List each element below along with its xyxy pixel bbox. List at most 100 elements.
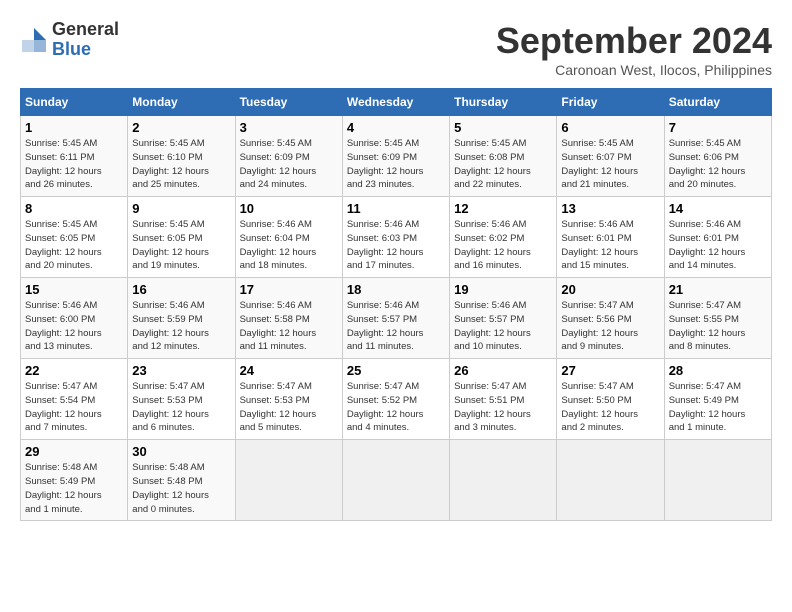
day-number: 11 bbox=[347, 201, 445, 216]
day-number: 14 bbox=[669, 201, 767, 216]
day-detail: Sunrise: 5:47 AM Sunset: 5:56 PM Dayligh… bbox=[561, 299, 659, 354]
day-number: 12 bbox=[454, 201, 552, 216]
day-detail: Sunrise: 5:47 AM Sunset: 5:54 PM Dayligh… bbox=[25, 380, 123, 435]
calendar-cell: 18Sunrise: 5:46 AM Sunset: 5:57 PM Dayli… bbox=[342, 278, 449, 359]
day-detail: Sunrise: 5:47 AM Sunset: 5:51 PM Dayligh… bbox=[454, 380, 552, 435]
day-detail: Sunrise: 5:45 AM Sunset: 6:08 PM Dayligh… bbox=[454, 137, 552, 192]
day-detail: Sunrise: 5:45 AM Sunset: 6:09 PM Dayligh… bbox=[347, 137, 445, 192]
day-detail: Sunrise: 5:45 AM Sunset: 6:11 PM Dayligh… bbox=[25, 137, 123, 192]
calendar-cell: 30Sunrise: 5:48 AM Sunset: 5:48 PM Dayli… bbox=[128, 440, 235, 521]
day-detail: Sunrise: 5:46 AM Sunset: 5:57 PM Dayligh… bbox=[347, 299, 445, 354]
day-detail: Sunrise: 5:45 AM Sunset: 6:05 PM Dayligh… bbox=[25, 218, 123, 273]
calendar-cell: 21Sunrise: 5:47 AM Sunset: 5:55 PM Dayli… bbox=[664, 278, 771, 359]
day-number: 19 bbox=[454, 282, 552, 297]
day-detail: Sunrise: 5:45 AM Sunset: 6:07 PM Dayligh… bbox=[561, 137, 659, 192]
day-detail: Sunrise: 5:46 AM Sunset: 6:02 PM Dayligh… bbox=[454, 218, 552, 273]
calendar-cell: 27 Sunrise: 5:47 AM Sunset: 5:50 PM Dayli… bbox=[557, 359, 664, 440]
calendar-cell: 9 Sunrise: 5:45 AM Sunset: 6:05 PM Daylig… bbox=[128, 197, 235, 278]
day-detail: Sunrise: 5:46 AM Sunset: 6:00 PM Dayligh… bbox=[25, 299, 123, 354]
day-detail: Sunrise: 5:47 AM Sunset: 5:52 PM Dayligh… bbox=[347, 380, 445, 435]
day-detail: Sunrise: 5:45 AM Sunset: 6:05 PM Dayligh… bbox=[132, 218, 230, 273]
day-detail: Sunrise: 5:45 AM Sunset: 6:06 PM Dayligh… bbox=[669, 137, 767, 192]
col-friday: Friday bbox=[557, 89, 664, 116]
day-number: 30 bbox=[132, 444, 230, 459]
calendar-cell: 23 Sunrise: 5:47 AM Sunset: 5:53 PM Dayli… bbox=[128, 359, 235, 440]
calendar-cell bbox=[450, 440, 557, 521]
calendar-cell bbox=[664, 440, 771, 521]
day-number: 26 bbox=[454, 363, 552, 378]
calendar-cell: 6 Sunrise: 5:45 AM Sunset: 6:07 PM Daylig… bbox=[557, 116, 664, 197]
day-detail: Sunrise: 5:46 AM Sunset: 5:59 PM Dayligh… bbox=[132, 299, 230, 354]
day-number: 8 bbox=[25, 201, 123, 216]
day-detail: Sunrise: 5:47 AM Sunset: 5:53 PM Dayligh… bbox=[132, 380, 230, 435]
calendar-cell: 19 Sunrise: 5:46 AM Sunset: 5:57 PM Dayli… bbox=[450, 278, 557, 359]
calendar-cell: 5Sunrise: 5:45 AM Sunset: 6:08 PM Daylig… bbox=[450, 116, 557, 197]
day-number: 1 bbox=[25, 120, 123, 135]
calendar-cell: 22 Sunrise: 5:47 AM Sunset: 5:54 PM Dayli… bbox=[21, 359, 128, 440]
calendar-cell: 26 Sunrise: 5:47 AM Sunset: 5:51 PM Dayli… bbox=[450, 359, 557, 440]
calendar-table: Sunday Monday Tuesday Wednesday Thursday… bbox=[20, 88, 772, 521]
day-number: 15 bbox=[25, 282, 123, 297]
day-detail: Sunrise: 5:47 AM Sunset: 5:53 PM Dayligh… bbox=[240, 380, 338, 435]
header-row: Sunday Monday Tuesday Wednesday Thursday… bbox=[21, 89, 772, 116]
day-number: 2 bbox=[132, 120, 230, 135]
day-detail: Sunrise: 5:46 AM Sunset: 6:01 PM Dayligh… bbox=[669, 218, 767, 273]
logo-icon bbox=[20, 26, 48, 54]
col-monday: Monday bbox=[128, 89, 235, 116]
day-number: 23 bbox=[132, 363, 230, 378]
day-detail: Sunrise: 5:46 AM Sunset: 5:57 PM Dayligh… bbox=[454, 299, 552, 354]
calendar-cell: 17 Sunrise: 5:46 AM Sunset: 5:58 PM Dayli… bbox=[235, 278, 342, 359]
day-number: 22 bbox=[25, 363, 123, 378]
day-detail: Sunrise: 5:46 AM Sunset: 5:58 PM Dayligh… bbox=[240, 299, 338, 354]
calendar-row-0: 1 Sunrise: 5:45 AM Sunset: 6:11 PM Daylig… bbox=[21, 116, 772, 197]
calendar-cell: 15 Sunrise: 5:46 AM Sunset: 6:00 PM Dayli… bbox=[21, 278, 128, 359]
calendar-cell bbox=[557, 440, 664, 521]
calendar-cell: 3Sunrise: 5:45 AM Sunset: 6:09 PM Daylig… bbox=[235, 116, 342, 197]
day-number: 17 bbox=[240, 282, 338, 297]
day-detail: Sunrise: 5:47 AM Sunset: 5:50 PM Dayligh… bbox=[561, 380, 659, 435]
calendar-cell: 4 Sunrise: 5:45 AM Sunset: 6:09 PM Daylig… bbox=[342, 116, 449, 197]
page-header: General Blue September 2024 Caronoan Wes… bbox=[20, 20, 772, 78]
day-number: 27 bbox=[561, 363, 659, 378]
day-detail: Sunrise: 5:45 AM Sunset: 6:10 PM Dayligh… bbox=[132, 137, 230, 192]
logo-general-text: General bbox=[52, 19, 119, 39]
day-number: 24 bbox=[240, 363, 338, 378]
day-number: 10 bbox=[240, 201, 338, 216]
calendar-cell: 7 Sunrise: 5:45 AM Sunset: 6:06 PM Daylig… bbox=[664, 116, 771, 197]
calendar-cell: 29 Sunrise: 5:48 AM Sunset: 5:49 PM Dayli… bbox=[21, 440, 128, 521]
day-number: 20 bbox=[561, 282, 659, 297]
col-thursday: Thursday bbox=[450, 89, 557, 116]
calendar-cell: 20 Sunrise: 5:47 AM Sunset: 5:56 PM Dayli… bbox=[557, 278, 664, 359]
calendar-cell: 8 Sunrise: 5:45 AM Sunset: 6:05 PM Daylig… bbox=[21, 197, 128, 278]
day-detail: Sunrise: 5:45 AM Sunset: 6:09 PM Dayligh… bbox=[240, 137, 338, 192]
calendar-cell: 1 Sunrise: 5:45 AM Sunset: 6:11 PM Daylig… bbox=[21, 116, 128, 197]
day-number: 28 bbox=[669, 363, 767, 378]
day-number: 6 bbox=[561, 120, 659, 135]
calendar-cell: 11 Sunrise: 5:46 AM Sunset: 6:03 PM Dayli… bbox=[342, 197, 449, 278]
calendar-cell: 10 Sunrise: 5:46 AM Sunset: 6:04 PM Dayli… bbox=[235, 197, 342, 278]
day-number: 9 bbox=[132, 201, 230, 216]
calendar-row-4: 29 Sunrise: 5:48 AM Sunset: 5:49 PM Dayli… bbox=[21, 440, 772, 521]
calendar-row-1: 8 Sunrise: 5:45 AM Sunset: 6:05 PM Daylig… bbox=[21, 197, 772, 278]
day-detail: Sunrise: 5:46 AM Sunset: 6:03 PM Dayligh… bbox=[347, 218, 445, 273]
day-number: 29 bbox=[25, 444, 123, 459]
title-area: September 2024 Caronoan West, Ilocos, Ph… bbox=[496, 20, 772, 78]
day-number: 13 bbox=[561, 201, 659, 216]
day-detail: Sunrise: 5:46 AM Sunset: 6:01 PM Dayligh… bbox=[561, 218, 659, 273]
calendar-cell: 12 Sunrise: 5:46 AM Sunset: 6:02 PM Dayli… bbox=[450, 197, 557, 278]
col-wednesday: Wednesday bbox=[342, 89, 449, 116]
calendar-cell bbox=[235, 440, 342, 521]
calendar-cell bbox=[342, 440, 449, 521]
calendar-cell: 28Sunrise: 5:47 AM Sunset: 5:49 PM Dayli… bbox=[664, 359, 771, 440]
logo: General Blue bbox=[20, 20, 119, 60]
day-detail: Sunrise: 5:48 AM Sunset: 5:49 PM Dayligh… bbox=[25, 461, 123, 516]
day-number: 21 bbox=[669, 282, 767, 297]
day-number: 7 bbox=[669, 120, 767, 135]
month-title: September 2024 bbox=[496, 20, 772, 62]
col-saturday: Saturday bbox=[664, 89, 771, 116]
logo-blue-text: Blue bbox=[52, 39, 91, 59]
day-number: 4 bbox=[347, 120, 445, 135]
day-number: 16 bbox=[132, 282, 230, 297]
calendar-cell: 14 Sunrise: 5:46 AM Sunset: 6:01 PM Dayli… bbox=[664, 197, 771, 278]
day-detail: Sunrise: 5:46 AM Sunset: 6:04 PM Dayligh… bbox=[240, 218, 338, 273]
